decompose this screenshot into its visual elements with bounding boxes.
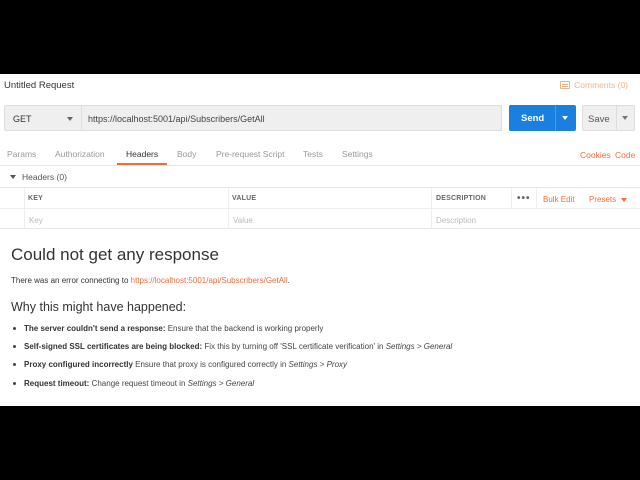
bulk-edit-link[interactable]: Bulk Edit <box>543 195 575 204</box>
list-item: The server couldn't send a response: Ens… <box>13 324 633 342</box>
reason-title: Request timeout: <box>24 378 90 388</box>
settings-path: Settings > General <box>187 378 255 388</box>
column-header-description: DESCRIPTION <box>436 195 487 202</box>
list-item: Self-signed SSL certificates are being b… <box>13 342 633 360</box>
error-message: There was an error connecting to https:/… <box>11 276 290 285</box>
column-divider <box>431 188 432 229</box>
save-button[interactable]: Save <box>582 105 635 131</box>
reasons-list: The server couldn't send a response: Ens… <box>13 324 633 397</box>
column-divider <box>228 188 229 229</box>
method-select[interactable]: GET <box>4 105 82 131</box>
headers-table: KEY VALUE DESCRIPTION ••• Bulk Edit Pres… <box>0 187 640 229</box>
header-description-input[interactable]: Description <box>436 216 476 225</box>
chevron-down-icon <box>10 175 16 179</box>
header-key-input[interactable]: Key <box>29 216 43 225</box>
column-header-value: VALUE <box>232 195 257 202</box>
request-title[interactable]: Untitled Request <box>4 80 74 91</box>
reason-title: The server couldn't send a response: <box>24 324 166 333</box>
comments-button[interactable]: Comments (0) <box>560 80 628 90</box>
list-item: Proxy configured incorrectly Ensure that… <box>13 360 633 378</box>
tab-tests[interactable]: Tests <box>303 149 323 159</box>
error-message-suffix: . <box>287 276 290 285</box>
request-bar: GET https://localhost:5001/api/Subscribe… <box>4 105 636 132</box>
tab-authorization[interactable]: Authorization <box>55 149 105 159</box>
list-item: Request timeout: Change request timeout … <box>13 379 633 397</box>
reason-text: Ensure that proxy is configured correctl… <box>132 360 289 370</box>
url-input[interactable]: https://localhost:5001/api/Subscribers/G… <box>82 105 502 131</box>
send-label: Send <box>521 113 545 124</box>
save-options-chevron-icon[interactable] <box>622 116 628 120</box>
tab-body[interactable]: Body <box>177 149 196 159</box>
reason-text: Ensure that the backend is working prope… <box>165 324 324 333</box>
more-options-icon[interactable]: ••• <box>517 193 531 204</box>
presets-label: Presets <box>589 195 617 204</box>
send-options-chevron-icon[interactable] <box>562 116 568 120</box>
comments-label: Comments (0) <box>574 80 628 90</box>
comment-icon <box>560 81 571 89</box>
headers-count: (0) <box>56 172 67 182</box>
method-value: GET <box>13 114 32 124</box>
reason-text: Fix this by turning off 'SSL certificate… <box>202 342 386 352</box>
send-divider <box>555 105 556 131</box>
headers-toggle-label: Headers <box>22 172 55 182</box>
postman-request-pane: Untitled Request Comments (0) GET https:… <box>0 74 640 406</box>
presets-dropdown[interactable]: Presets <box>589 195 628 204</box>
reason-title: Proxy configured incorrectly <box>24 360 133 370</box>
error-message-prefix: There was an error connecting to <box>11 276 131 285</box>
send-button[interactable]: Send <box>509 105 576 131</box>
column-header-key: KEY <box>28 195 43 202</box>
cookies-link[interactable]: Cookies <box>580 150 611 160</box>
column-divider <box>24 188 25 229</box>
column-divider <box>511 188 512 209</box>
headers-section-toggle[interactable]: Headers (0) <box>10 172 67 182</box>
tab-params[interactable]: Params <box>7 149 36 159</box>
why-heading: Why this might have happened: <box>11 300 187 314</box>
reason-text: Change request timeout in <box>89 378 188 388</box>
settings-path: Settings > Proxy <box>288 360 348 370</box>
chevron-down-icon <box>67 117 73 121</box>
error-url-link[interactable]: https://localhost:5001/api/Subscribers/G… <box>131 276 288 285</box>
reason-title: Self-signed SSL certificates are being b… <box>24 342 203 352</box>
chevron-down-icon <box>621 197 628 202</box>
header-value-input[interactable]: Value <box>233 216 253 225</box>
settings-path: Settings > General <box>385 342 453 352</box>
request-title-row: Untitled Request Comments (0) <box>0 74 640 96</box>
tab-headers[interactable]: Headers <box>126 149 158 159</box>
error-title: Could not get any response <box>11 245 219 264</box>
active-tab-indicator <box>117 163 167 165</box>
request-tabs: Params Authorization Headers Body Pre-re… <box>0 144 640 166</box>
tab-settings[interactable]: Settings <box>342 149 373 159</box>
tab-pre-request-script[interactable]: Pre-request Script <box>216 149 285 159</box>
column-divider <box>536 188 537 209</box>
code-link[interactable]: Code <box>615 150 635 160</box>
save-divider <box>616 106 617 130</box>
save-label: Save <box>588 114 610 125</box>
